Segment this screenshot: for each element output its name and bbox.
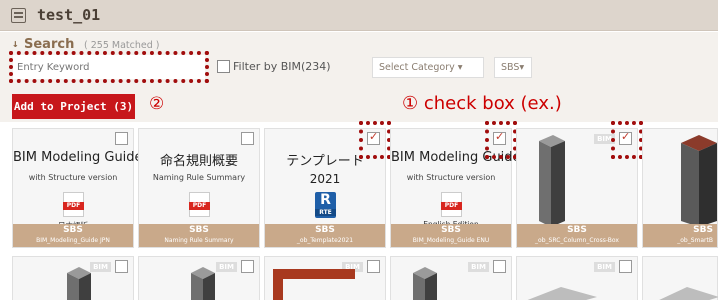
column-3d-icon <box>67 267 91 300</box>
title-bar: test_01 <box>0 0 718 31</box>
annotation-step1: ① check box (ex.) <box>402 93 562 114</box>
slab-3d-icon <box>527 287 597 300</box>
window-title: test_01 <box>37 6 101 24</box>
card-row2-1[interactable]: BIM <box>12 256 134 300</box>
bim-filter-label: Filter by BIM(234) <box>233 60 331 73</box>
card-subtitle: with Structure version <box>28 173 118 182</box>
card-footer: SBS _ob_SRC_Column_Cross-Box <box>517 224 637 247</box>
pdf-icon: PDF <box>441 192 462 217</box>
card-naming-rule[interactable]: 命名規則概要 Naming Rule Summary PDF SBS Naming… <box>138 128 260 248</box>
search-label: Search <box>24 37 75 52</box>
card-checkbox[interactable] <box>115 260 128 273</box>
pdf-icon: PDF <box>189 192 210 217</box>
card-checkbox[interactable] <box>241 260 254 273</box>
card-row2-4[interactable]: BIM <box>390 256 512 300</box>
search-count: ( 255 Matched ) <box>84 40 160 51</box>
card-row2-5[interactable]: BIM <box>516 256 638 300</box>
slab-3d-icon <box>659 287 718 300</box>
card-footer: SBS Naming Rule Summary <box>139 224 259 247</box>
highlight-checkbox-1 <box>359 121 391 159</box>
card-subtitle: 2021 <box>309 172 341 186</box>
card-checkbox[interactable] <box>493 260 506 273</box>
column-3d-icon <box>191 267 215 300</box>
column-3d-icon <box>539 135 565 227</box>
highlight-checkbox-3 <box>611 121 643 159</box>
card-subtitle: Naming Rule Summary <box>152 173 246 182</box>
annotation-step2: ② <box>149 94 165 114</box>
bim-badge: BIM <box>468 262 489 272</box>
sort-az-icon[interactable]: ↓ <box>12 38 19 49</box>
card-row2-6[interactable] <box>642 256 718 300</box>
card-footer: SBS BIM_Modeling_Guide JPN <box>13 224 133 247</box>
column-3d-icon <box>413 267 437 300</box>
beam-3d-icon <box>273 269 355 300</box>
card-row2-3[interactable]: BIM <box>264 256 386 300</box>
card-checkbox[interactable] <box>619 260 632 273</box>
card-row2-2[interactable]: BIM <box>138 256 260 300</box>
org-select[interactable]: SBS▾ <box>494 57 532 78</box>
bim-badge: BIM <box>594 262 615 272</box>
highlight-checkbox-2 <box>485 121 517 159</box>
card-checkbox[interactable] <box>241 132 254 145</box>
card-title: 命名規則概要 <box>159 154 238 169</box>
pdf-icon: PDF <box>63 192 84 217</box>
bim-badge: BIM <box>90 262 111 272</box>
bim-filter[interactable]: Filter by BIM(234) <box>217 60 331 73</box>
card-subtitle: with Structure version <box>406 173 496 182</box>
bim-filter-checkbox[interactable] <box>217 60 230 73</box>
card-checkbox[interactable] <box>367 260 380 273</box>
card-title: BIM Modeling Guide <box>13 150 143 165</box>
card-bim-guide-jpn[interactable]: BIM Modeling Guide with Structure versio… <box>12 128 143 248</box>
list-icon <box>11 8 26 23</box>
card-footer: SBS _ob_SmartB <box>643 224 717 247</box>
rte-icon: R RTE <box>315 192 336 218</box>
card-footer: SBS BIM_Modeling_Guide ENU <box>391 224 511 247</box>
bim-badge: BIM <box>216 262 237 272</box>
highlight-search <box>9 51 209 83</box>
card-footer: SBS _ob_Template2021 <box>265 224 385 247</box>
card-checkbox[interactable] <box>115 132 128 145</box>
add-to-project-button[interactable]: Add to Project (3) <box>12 94 135 119</box>
column-3d-icon <box>681 135 717 227</box>
card-smart[interactable]: SBS _ob_SmartB <box>642 128 718 248</box>
category-select[interactable]: Select Category ▾ <box>372 57 484 78</box>
